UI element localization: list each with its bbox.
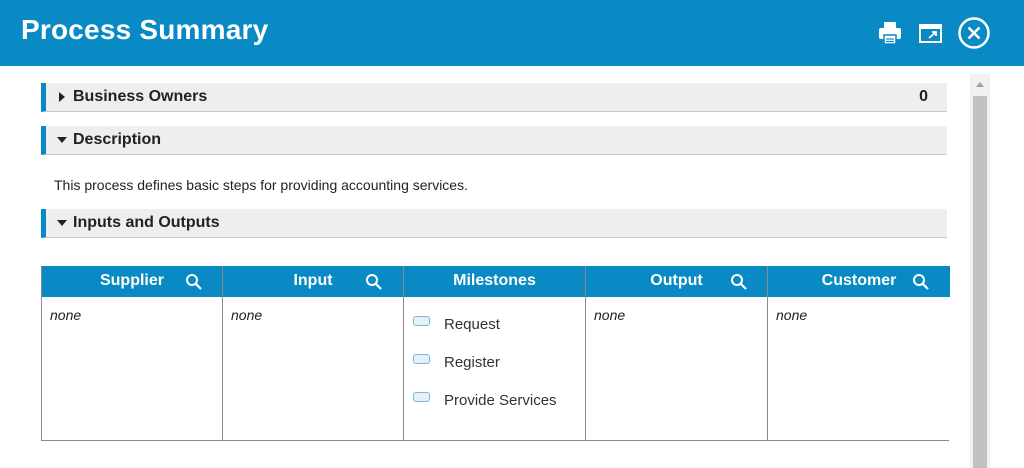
section-inputs-outputs[interactable]: Inputs and Outputs: [41, 209, 947, 238]
scroll-up-arrow-icon[interactable]: [970, 74, 990, 96]
column-header-supplier: Supplier: [42, 266, 222, 297]
dialog-header: Process Summary: [0, 0, 1024, 66]
vertical-scrollbar[interactable]: [970, 74, 990, 468]
search-icon[interactable]: [185, 273, 203, 291]
cell-value: none: [50, 307, 82, 323]
description-text: This process defines basic steps for pro…: [54, 177, 468, 193]
milestone-label: Request: [444, 316, 500, 333]
column-customer: Customer none: [768, 266, 950, 440]
search-icon[interactable]: [365, 273, 383, 291]
milestone-icon: [413, 392, 430, 402]
count-badge: 0: [919, 88, 928, 105]
milestone-icon: [413, 354, 430, 364]
milestone-icon: [413, 316, 430, 326]
popout-icon[interactable]: [918, 22, 944, 46]
milestone-list: Request Register Provide Services: [404, 297, 585, 423]
scrollbar-thumb[interactable]: [973, 96, 987, 468]
caret-down-icon: [57, 137, 67, 143]
column-header-customer: Customer: [768, 266, 950, 297]
milestone-item[interactable]: Request: [404, 309, 585, 347]
column-header-label: Input: [293, 272, 333, 289]
column-header-milestones: Milestones: [404, 266, 585, 297]
column-input: Input none: [223, 266, 404, 440]
section-description[interactable]: Description: [41, 126, 947, 155]
column-header-label: Supplier: [99, 272, 164, 289]
dialog-title: Process Summary: [21, 14, 269, 45]
column-header-output: Output: [586, 266, 767, 297]
close-icon[interactable]: [957, 16, 991, 50]
caret-down-icon: [57, 220, 67, 226]
column-output: Output none: [586, 266, 768, 440]
column-header-label: Customer: [821, 272, 897, 289]
column-header-input: Input: [223, 266, 403, 297]
section-label: Description: [73, 131, 162, 148]
milestone-label: Register: [444, 354, 500, 371]
milestone-label: Provide Services: [444, 392, 557, 409]
column-supplier: Supplier none: [42, 266, 223, 440]
cell-value: none: [231, 307, 263, 323]
milestone-item[interactable]: Register: [404, 347, 585, 385]
section-label: Inputs and Outputs: [73, 214, 220, 231]
section-business-owners[interactable]: Business Owners 0: [41, 83, 947, 112]
milestone-item[interactable]: Provide Services: [404, 385, 585, 423]
caret-right-icon: [59, 92, 65, 102]
print-icon[interactable]: [877, 20, 903, 46]
inputs-outputs-table: Supplier none Input none Milestones Requ…: [41, 266, 950, 441]
search-icon[interactable]: [912, 273, 930, 291]
column-header-label: Milestones: [453, 272, 536, 289]
column-header-label: Output: [650, 272, 703, 289]
section-label: Business Owners: [73, 88, 208, 105]
cell-value: none: [776, 307, 808, 323]
cell-value: none: [594, 307, 626, 323]
column-milestones: Milestones Request Register Provide Serv…: [404, 266, 586, 440]
search-icon[interactable]: [730, 273, 748, 291]
dialog-content: Business Owners 0 Description This proce…: [0, 66, 1024, 468]
